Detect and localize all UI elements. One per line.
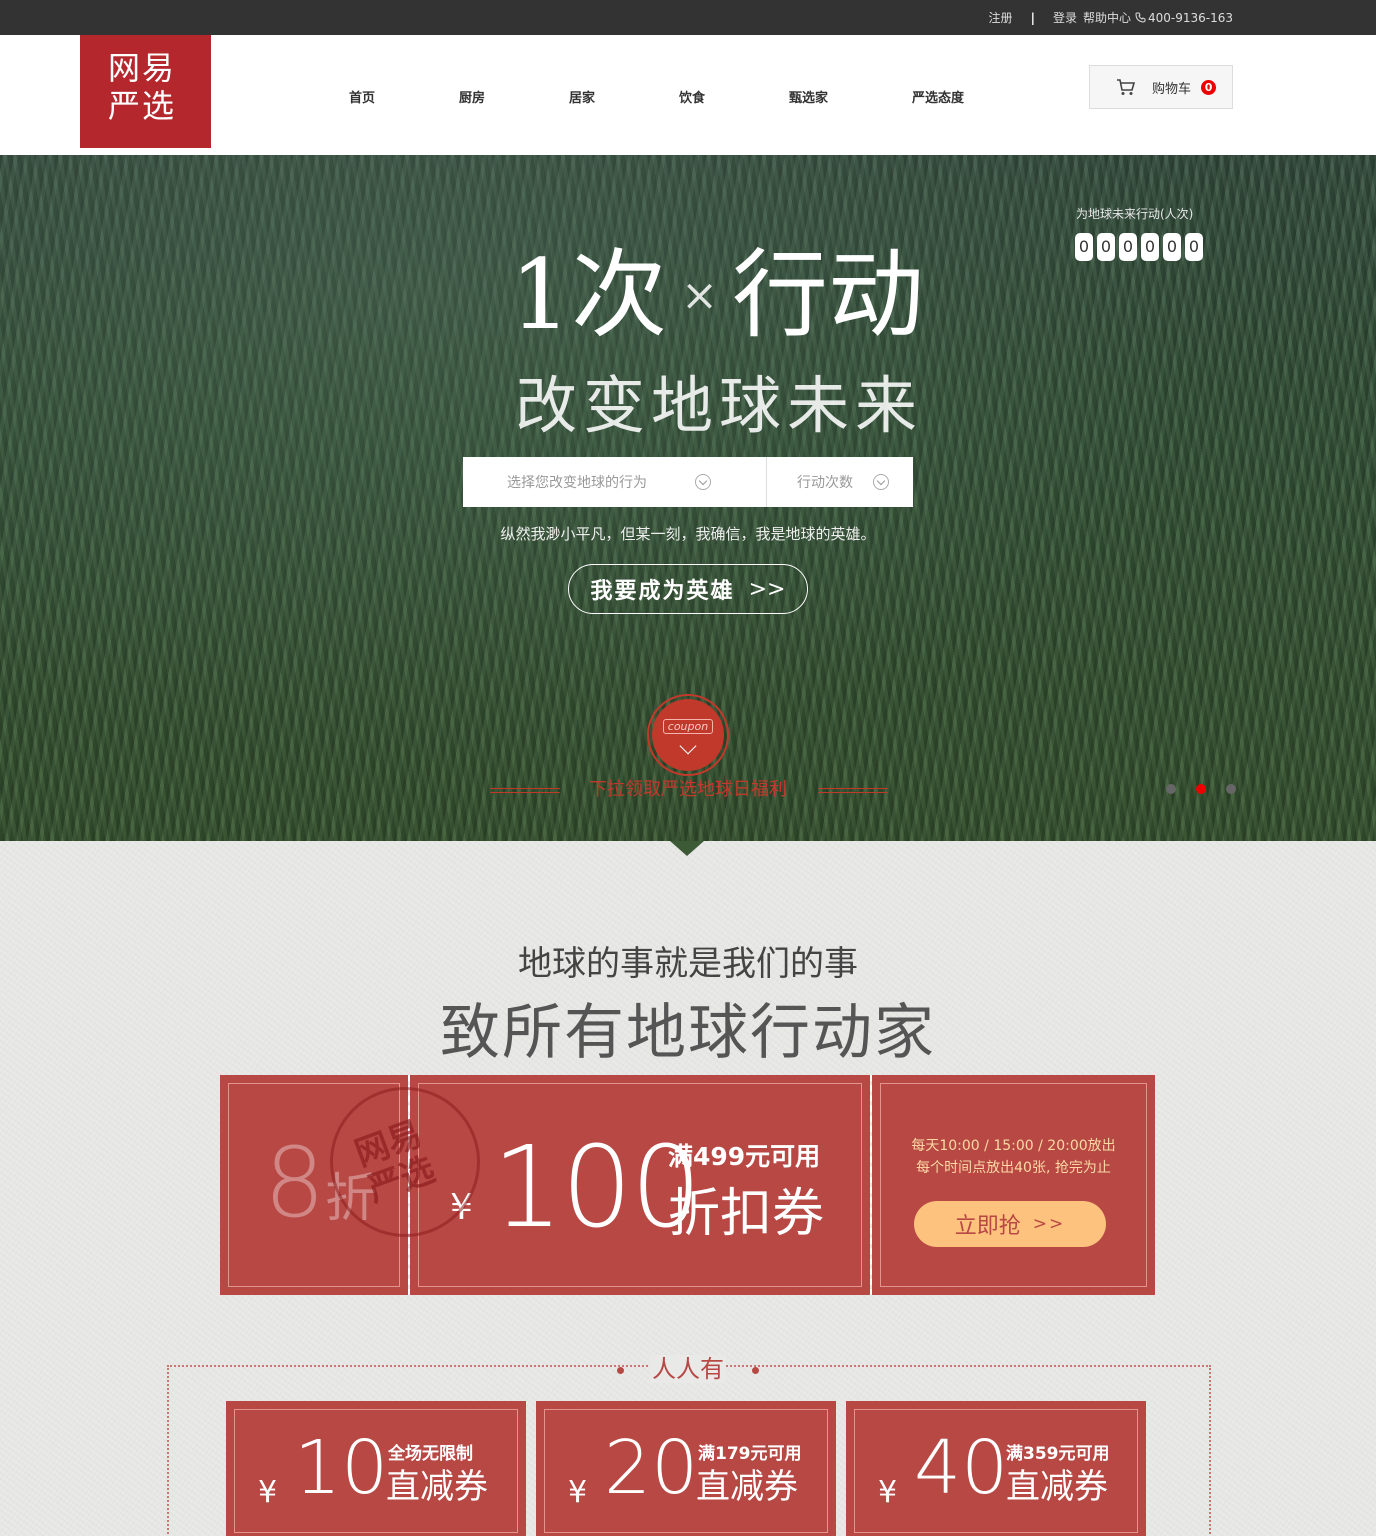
cart-icon xyxy=(1117,79,1136,95)
coupon-card[interactable]: ¥ 20 满179元可用 直减券 xyxy=(536,1401,836,1536)
grab-now-label: 立即抢 xyxy=(954,1214,1021,1239)
top-links: 注册 | 登录 帮助中心 400-9136-163 xyxy=(989,0,1233,35)
slider-dots xyxy=(1166,784,1256,794)
phone-number: 400-9136-163 xyxy=(1135,11,1233,25)
ticket-border xyxy=(880,1083,1147,1287)
hero-title-prefix: 1次 xyxy=(510,239,668,351)
earth-day-offer-section: 地球的事就是我们的事 致所有地球行动家 8折 ¥ 100 满499元可用 折扣券… xyxy=(0,841,1376,1536)
bullet-dot xyxy=(752,1366,759,1374)
counter-digit: 0 xyxy=(1141,233,1159,261)
double-chevron-right-icon: >> xyxy=(748,576,786,602)
become-hero-label: 我要成为英雄 xyxy=(590,578,735,604)
counter-digit: 0 xyxy=(1075,233,1093,261)
phone-icon xyxy=(1135,12,1146,23)
currency-symbol: ¥ xyxy=(258,1475,278,1510)
coupon-pulldown-button[interactable]: coupon xyxy=(647,694,729,776)
coupon-condition: 满499元可用 xyxy=(668,1142,821,1171)
discount-number: 8 xyxy=(264,1127,326,1239)
action-selector: 选择您改变地球的行为 行动次数 xyxy=(463,457,913,507)
bullet-dot xyxy=(617,1366,624,1374)
slider-dot[interactable] xyxy=(1226,784,1236,794)
login-link[interactable]: 登录 xyxy=(1053,9,1077,26)
chevron-down-icon xyxy=(873,474,889,490)
action-count-placeholder: 行动次数 xyxy=(797,475,853,491)
cart-count-badge: 0 xyxy=(1201,79,1217,95)
header: 网易 严选 首页 厨房 居家 饮食 甄选家 严选态度 购物车 0 xyxy=(0,35,1376,155)
schedule-text-1: 每天10:00 / 15:00 / 20:00放出 xyxy=(911,1138,1116,1154)
top-separator: | xyxy=(1030,10,1035,25)
section-title: 致所有地球行动家 xyxy=(440,998,936,1068)
cart-label: 购物车 xyxy=(1152,81,1192,97)
logo-line-1: 网易 xyxy=(108,49,177,87)
counter-digit: 0 xyxy=(1119,233,1137,261)
action-behavior-select[interactable]: 选择您改变地球的行为 xyxy=(463,457,767,507)
schedule-text-2: 每个时间点放出40张, 抢完为止 xyxy=(916,1160,1111,1176)
coupon-amount: 40 xyxy=(914,1425,1009,1511)
coupon-amount: 10 xyxy=(294,1425,389,1511)
hero-banner: 为地球未来行动(人次) 0 0 0 0 0 0 1次 × 行动 改变地球未来 选择您… xyxy=(0,155,1376,841)
currency-symbol: ¥ xyxy=(568,1475,588,1510)
hero-title: 1次 × 行动 xyxy=(510,243,924,347)
chevron-down-icon xyxy=(679,737,697,754)
nav-item-home[interactable]: 首页 xyxy=(349,87,375,106)
logo-line-2: 严选 xyxy=(108,87,177,125)
main-coupon-ticket: 8折 ¥ 100 满499元可用 折扣券 每天10:00 / 15:00 / 2… xyxy=(220,1075,1155,1295)
chevron-down-icon xyxy=(695,474,711,490)
currency-symbol: ¥ xyxy=(878,1475,898,1510)
action-behavior-placeholder: 选择您改变地球的行为 xyxy=(507,475,647,491)
coupon-kind: 直减券 xyxy=(386,1467,488,1507)
action-count-select[interactable]: 行动次数 xyxy=(767,457,913,507)
slider-dot-active[interactable] xyxy=(1196,784,1206,794)
stamp-text: 网易 严选 xyxy=(350,1114,441,1211)
action-counter: 0 0 0 0 0 0 xyxy=(1075,233,1207,261)
hero-title-suffix: 行动 xyxy=(731,239,924,351)
hero-tagline: 纵然我渺小平凡，但某一刻，我确信，我是地球的英雄。 xyxy=(500,525,876,543)
action-counter-label: 为地球未来行动(人次) xyxy=(1076,207,1194,221)
top-bar: 注册 | 登录 帮助中心 400-9136-163 xyxy=(0,0,1376,35)
nav-item-food[interactable]: 饮食 xyxy=(679,87,705,106)
coupon-card[interactable]: ¥ 10 全场无限制 直减券 xyxy=(226,1401,526,1536)
help-center-link[interactable]: 帮助中心 xyxy=(1083,9,1131,26)
counter-digit: 0 xyxy=(1097,233,1115,261)
nav-item-kitchen[interactable]: 厨房 xyxy=(459,87,485,106)
counter-digit: 0 xyxy=(1185,233,1203,261)
grab-now-button[interactable]: 立即抢 >> xyxy=(914,1201,1106,1247)
hero-title-times: × xyxy=(681,270,718,321)
slider-dot[interactable] xyxy=(1166,784,1176,794)
phone-text: 400-9136-163 xyxy=(1147,10,1233,25)
section-heading: 地球的事就是我们的事 xyxy=(518,944,858,984)
nav-item-selectors[interactable]: 甄选家 xyxy=(789,87,828,106)
brand-seal-stamp: 网易 严选 xyxy=(330,1087,480,1237)
coupon-badge: coupon xyxy=(652,699,724,771)
coupon-amount: 20 xyxy=(604,1425,699,1511)
coupon-tag: coupon xyxy=(662,718,714,734)
cart-button[interactable]: 购物车 0 xyxy=(1089,65,1233,109)
logo[interactable]: 网易 严选 xyxy=(80,35,211,148)
coupon-kind: 直减券 xyxy=(696,1467,798,1507)
nav-item-home-living[interactable]: 居家 xyxy=(569,87,595,106)
double-chevron-right-icon: >> xyxy=(1032,1214,1066,1234)
everyone-heading: 人人有 xyxy=(0,1349,1376,1384)
section-notch xyxy=(670,841,704,856)
coupon-kind: 折扣券 xyxy=(668,1184,825,1244)
everyone-title: 人人有 xyxy=(650,1355,726,1383)
counter-digit: 0 xyxy=(1163,233,1181,261)
nav-item-attitude[interactable]: 严选态度 xyxy=(912,87,964,106)
coupon-card[interactable]: ¥ 40 满359元可用 直减券 xyxy=(846,1401,1146,1536)
perforation-line xyxy=(870,1075,872,1295)
grab-coupon-panel: 每天10:00 / 15:00 / 20:00放出 每个时间点放出40张, 抢完… xyxy=(872,1075,1155,1295)
coupon-kind: 直减券 xyxy=(1006,1467,1108,1507)
hero-subtitle: 改变地球未来 xyxy=(515,369,924,442)
register-link[interactable]: 注册 xyxy=(989,9,1013,26)
become-hero-button[interactable]: 我要成为英雄 >> xyxy=(568,564,808,614)
discount-coupon-main: ¥ 100 满499元可用 折扣券 xyxy=(410,1075,870,1295)
